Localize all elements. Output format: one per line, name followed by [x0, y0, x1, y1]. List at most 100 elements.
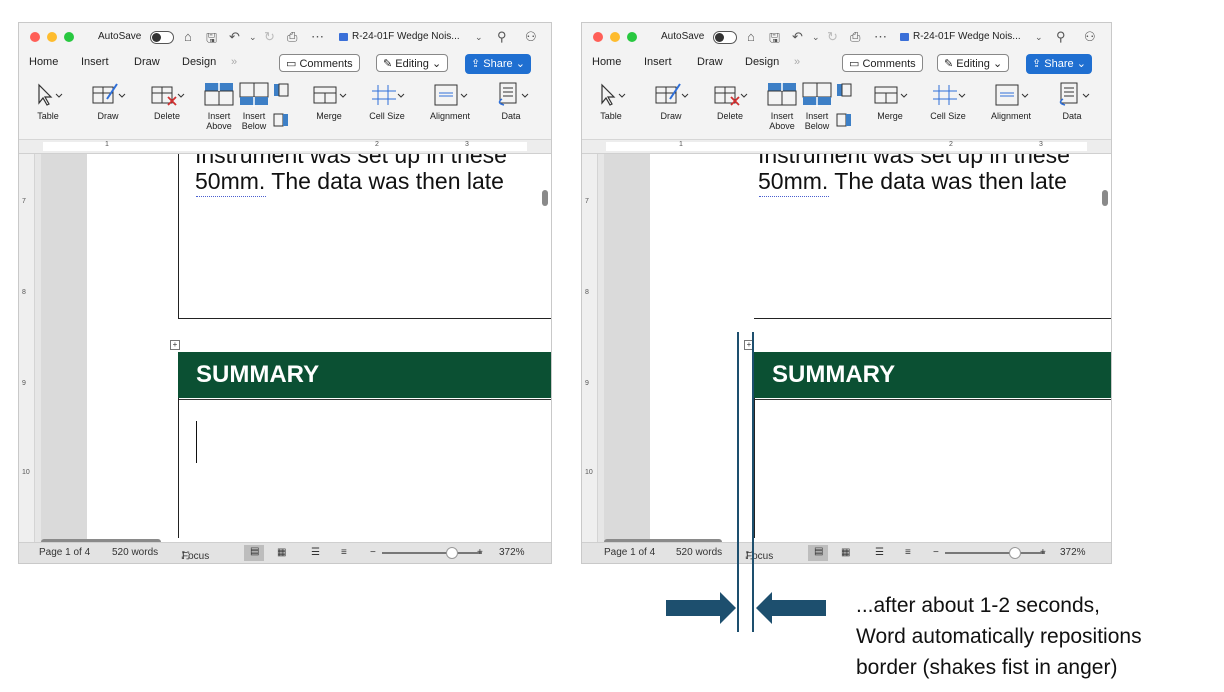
insert-above-button[interactable]: Insert Above	[201, 79, 237, 131]
document-title[interactable]: R-24-01F Wedge Nois...	[913, 31, 1021, 42]
editing-button[interactable]: ✎ Editing ⌄	[937, 54, 1010, 72]
table-move-handle[interactable]: +	[170, 340, 180, 350]
home-icon[interactable]: ⌂	[184, 29, 192, 44]
outline-view-icon[interactable]: ☰	[875, 547, 884, 558]
page-count[interactable]: Page 1 of 4	[39, 547, 90, 558]
document-title[interactable]: R-24-01F Wedge Nois...	[352, 31, 460, 42]
alignment-button[interactable]: Alignment	[986, 79, 1036, 121]
tab-design[interactable]: Design	[182, 56, 216, 68]
print-layout-view-button[interactable]: ▤	[808, 545, 828, 561]
more-icon[interactable]: ⋯	[874, 29, 887, 45]
zoom-in-icon[interactable]: +	[1040, 547, 1046, 558]
save-icon[interactable]: 🖫	[206, 29, 217, 51]
print-icon[interactable]: ⎙	[287, 29, 297, 45]
insert-below-button[interactable]: Insert Below	[236, 79, 272, 131]
chevron-down-icon[interactable]: ⌄	[812, 32, 820, 43]
print-icon[interactable]: ⎙	[850, 29, 860, 45]
data-button[interactable]: Data	[1050, 79, 1094, 121]
alignment-button[interactable]: Alignment	[425, 79, 475, 121]
zoom-out-icon[interactable]: −	[370, 547, 376, 558]
zoom-in-icon[interactable]: +	[477, 547, 483, 558]
insert-right-button[interactable]	[272, 109, 290, 127]
undo-icon[interactable]: ↶	[792, 29, 803, 45]
document-area[interactable]: 7 8 9 10 Instrument was set up in these …	[19, 154, 551, 543]
merge-button[interactable]: Merge	[307, 79, 351, 121]
insert-left-button[interactable]	[835, 79, 853, 97]
tab-design[interactable]: Design	[745, 56, 779, 68]
zoom-slider[interactable]	[945, 552, 1045, 554]
document-area[interactable]: 7 8 9 10 Instrument was set up in these …	[582, 154, 1111, 543]
merge-button[interactable]: Merge	[868, 79, 912, 121]
print-layout-view-button[interactable]: ▤	[244, 545, 264, 561]
vertical-scrollbar[interactable]	[1102, 190, 1108, 206]
share-button[interactable]: ⇪ Share ⌄	[1026, 54, 1092, 74]
table-cell-border[interactable]	[754, 154, 1111, 319]
table-button[interactable]: Table	[590, 79, 632, 121]
cell-size-button[interactable]: Cell Size	[365, 79, 409, 121]
minimize-dot[interactable]	[47, 32, 57, 42]
zoom-knob[interactable]	[1009, 547, 1021, 559]
chevron-down-icon[interactable]: ⌄	[1035, 32, 1043, 43]
chevron-down-icon[interactable]: ⌄	[475, 32, 483, 43]
insert-left-button[interactable]	[272, 79, 290, 97]
web-layout-icon[interactable]: ▦	[277, 547, 286, 558]
vertical-ruler[interactable]: 7 8 9 10	[19, 154, 35, 543]
draft-view-icon[interactable]: ≡	[905, 547, 911, 558]
delete-button[interactable]: Delete	[708, 79, 752, 121]
save-icon[interactable]: 🖫	[769, 29, 780, 51]
tab-home[interactable]: Home	[29, 56, 58, 68]
cell-size-button[interactable]: Cell Size	[926, 79, 970, 121]
tab-insert[interactable]: Insert	[644, 56, 672, 68]
tabs-overflow[interactable]: »	[794, 56, 800, 68]
insert-below-button[interactable]: Insert Below	[799, 79, 835, 131]
share-people-icon[interactable]: ⚇	[1084, 29, 1096, 45]
comments-button[interactable]: ▭ Comments	[279, 54, 360, 72]
page[interactable]: Instrument was set up in these 50mm. The…	[87, 154, 551, 543]
zoom-dot[interactable]	[627, 32, 637, 42]
vertical-ruler[interactable]: 7 8 9 10	[582, 154, 598, 543]
draft-view-icon[interactable]: ≡	[341, 547, 347, 558]
table-left-border[interactable]	[754, 398, 755, 538]
home-icon[interactable]: ⌂	[747, 29, 755, 44]
redo-icon[interactable]: ↻	[827, 29, 838, 45]
data-button[interactable]: Data	[489, 79, 533, 121]
comments-button[interactable]: ▭ Comments	[842, 54, 923, 72]
redo-icon[interactable]: ↻	[264, 29, 275, 45]
horizontal-ruler[interactable]: 1 2 3	[19, 140, 551, 154]
autosave-toggle[interactable]	[713, 31, 737, 44]
zoom-level[interactable]: 372%	[1060, 547, 1086, 558]
close-dot[interactable]	[593, 32, 603, 42]
autosave-toggle[interactable]	[150, 31, 174, 44]
share-people-icon[interactable]: ⚇	[525, 29, 537, 45]
close-dot[interactable]	[30, 32, 40, 42]
delete-button[interactable]: Delete	[145, 79, 189, 121]
zoom-dot[interactable]	[64, 32, 74, 42]
chevron-down-icon[interactable]: ⌄	[249, 32, 257, 43]
search-icon[interactable]: ⚲	[1056, 29, 1066, 45]
table-cell-border[interactable]	[178, 154, 551, 319]
zoom-slider[interactable]	[382, 552, 482, 554]
page[interactable]: Instrument was set up in these 50mm. The…	[650, 154, 1111, 543]
undo-icon[interactable]: ↶	[229, 29, 240, 45]
horizontal-ruler[interactable]: 1 2 3	[582, 140, 1111, 154]
outline-view-icon[interactable]: ☰	[311, 547, 320, 558]
word-count[interactable]: 520 words	[112, 547, 158, 558]
search-icon[interactable]: ⚲	[497, 29, 507, 45]
insert-right-button[interactable]	[835, 109, 853, 127]
share-button[interactable]: ⇪ Share ⌄	[465, 54, 531, 74]
word-count[interactable]: 520 words	[676, 547, 722, 558]
table-button[interactable]: Table	[27, 79, 69, 121]
zoom-out-icon[interactable]: −	[933, 547, 939, 558]
zoom-knob[interactable]	[446, 547, 458, 559]
insert-above-button[interactable]: Insert Above	[764, 79, 800, 131]
draw-table-button[interactable]: Draw	[85, 79, 131, 121]
tab-insert[interactable]: Insert	[81, 56, 109, 68]
zoom-level[interactable]: 372%	[499, 547, 525, 558]
tabs-overflow[interactable]: »	[231, 56, 237, 68]
vertical-scrollbar[interactable]	[542, 190, 548, 206]
page-count[interactable]: Page 1 of 4	[604, 547, 655, 558]
tab-draw[interactable]: Draw	[134, 56, 160, 68]
draw-table-button[interactable]: Draw	[648, 79, 694, 121]
table-left-border[interactable]	[178, 398, 179, 538]
editing-button[interactable]: ✎ Editing ⌄	[376, 54, 449, 72]
